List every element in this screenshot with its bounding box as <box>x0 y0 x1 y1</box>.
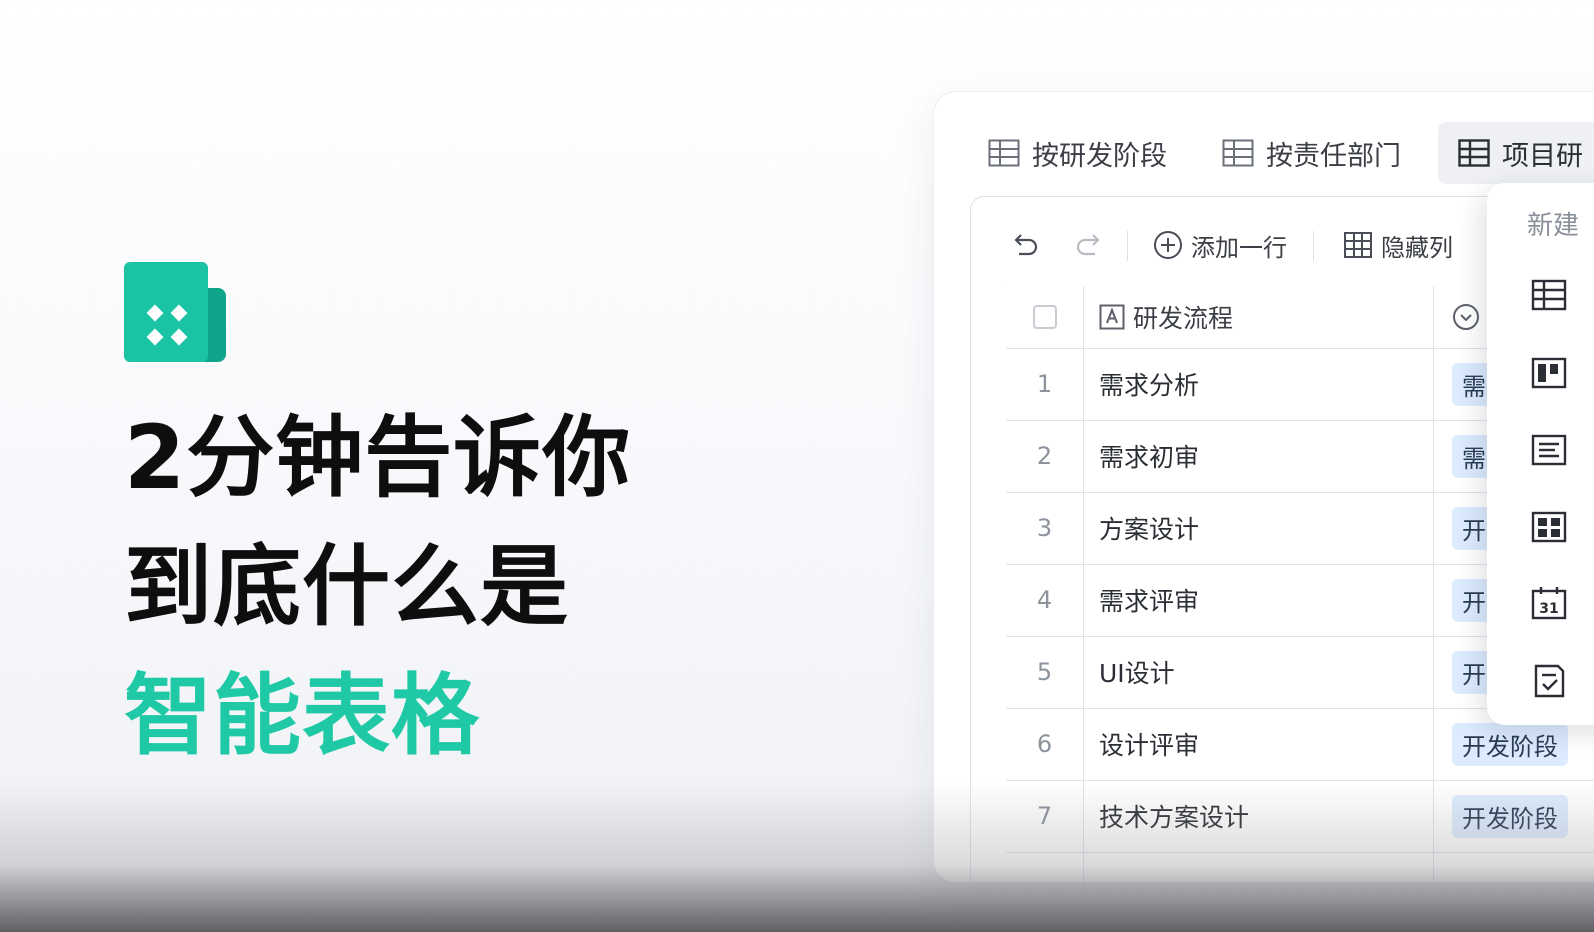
row-index: 5 <box>1006 636 1084 708</box>
add-row-button[interactable]: 添加一行 <box>1153 219 1287 271</box>
plus-circle-icon <box>1154 231 1182 259</box>
kanban-view-icon[interactable] <box>1531 355 1567 391</box>
toolbar-divider <box>1313 231 1314 261</box>
data-grid: 研发流程 1 需求分析 需 2 需求初审 需 3 方案设计 开 4 需求评审 开… <box>1005 285 1594 882</box>
tab-project-active[interactable]: 项目研 <box>1438 122 1594 184</box>
row-index: 6 <box>1006 708 1084 780</box>
table-icon <box>988 139 1020 167</box>
table-icon <box>1222 139 1254 167</box>
add-row-label: 添加一行 <box>1191 233 1287 262</box>
tab-label: 按研发阶段 <box>1032 140 1167 172</box>
select-all-checkbox[interactable] <box>1032 305 1057 329</box>
redo-button[interactable] <box>1073 219 1103 271</box>
gallery-view-icon[interactable] <box>1531 509 1567 545</box>
row-index: 3 <box>1006 492 1084 564</box>
redo-icon <box>1076 234 1100 256</box>
stage-tag: 开发阶段 <box>1452 794 1568 838</box>
hide-column-button[interactable]: 隐藏列 <box>1343 219 1453 271</box>
row-name-cell[interactable]: 需求分析 <box>1084 348 1434 420</box>
undo-button[interactable] <box>1011 219 1041 271</box>
grid-view-icon[interactable] <box>1531 277 1567 313</box>
row-index: 1 <box>1006 348 1084 420</box>
row-index: 2 <box>1006 420 1084 492</box>
row-tag-cell[interactable]: 开发阶段 <box>1434 780 1594 852</box>
row-index <box>1006 852 1084 882</box>
undo-icon <box>1014 234 1038 256</box>
row-name-cell[interactable]: UI设计 <box>1084 636 1434 708</box>
tab-label: 项目研 <box>1502 140 1583 172</box>
form-view-icon[interactable] <box>1531 432 1567 468</box>
dropdown-header: 新建 <box>1527 211 1580 241</box>
table-icon <box>1458 139 1490 167</box>
row-name-cell[interactable]: 需求评审 <box>1084 564 1434 636</box>
table-row[interactable]: 7 技术方案设计 开发阶段 <box>1006 780 1594 853</box>
single-select-icon <box>1453 304 1479 330</box>
select-all-cell[interactable] <box>1006 286 1084 348</box>
new-view-dropdown: 新建 31 <box>1487 183 1594 725</box>
row-name-cell[interactable] <box>1084 852 1434 882</box>
tab-label: 按责任部门 <box>1266 140 1401 172</box>
tab-by-department[interactable]: 按责任部门 <box>1222 122 1401 184</box>
row-index: 4 <box>1006 564 1084 636</box>
tab-by-dev-stage[interactable]: 按研发阶段 <box>988 122 1167 184</box>
row-name-cell[interactable]: 设计评审 <box>1084 708 1434 780</box>
smart-sheet-logo <box>124 262 226 364</box>
row-name-cell[interactable]: 方案设计 <box>1084 492 1434 564</box>
row-name-cell[interactable]: 技术方案设计 <box>1084 780 1434 852</box>
hide-column-label: 隐藏列 <box>1381 233 1453 262</box>
stage-tag: 开发阶段 <box>1452 722 1568 766</box>
hide-column-icon <box>1344 232 1372 258</box>
column-header-label: 研发流程 <box>1133 304 1234 333</box>
row-index: 7 <box>1006 780 1084 852</box>
hero-title-line-2: 到底什么是 <box>124 535 570 638</box>
hero-title-line-1: 2分钟告诉你 <box>124 406 632 509</box>
row-tag-cell[interactable] <box>1434 852 1594 882</box>
hero-title-line-3: 智能表格 <box>124 664 481 767</box>
calendar-view-icon[interactable]: 31 <box>1531 585 1567 621</box>
logo-cross-glyph-icon <box>146 304 188 346</box>
text-field-icon <box>1099 304 1125 330</box>
row-name-cell[interactable]: 需求初审 <box>1084 420 1434 492</box>
gantt-checklist-icon[interactable] <box>1531 663 1567 699</box>
table-row[interactable] <box>1006 852 1594 882</box>
view-tabs: 按研发阶段 按责任部门 项目研 <box>934 122 1594 184</box>
calendar-day-number: 31 <box>1539 601 1558 617</box>
toolbar-divider <box>1127 231 1128 261</box>
column-header-dev-process[interactable]: 研发流程 <box>1084 286 1434 348</box>
